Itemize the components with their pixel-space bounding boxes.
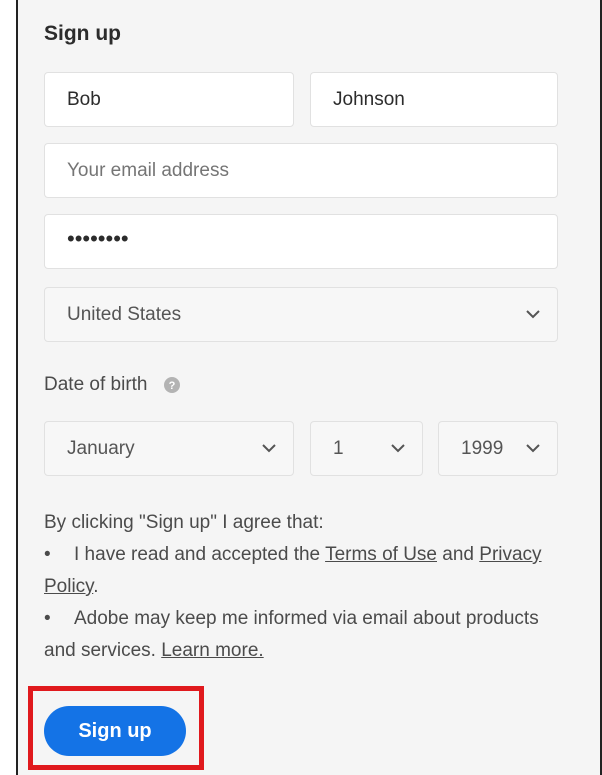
terms-of-use-link[interactable]: Terms of Use: [325, 544, 437, 565]
bullet-icon: •: [44, 544, 51, 565]
last-name-value: Johnson: [333, 88, 405, 110]
dob-month-value: January: [67, 437, 135, 459]
dob-label-text: Date of birth: [44, 374, 148, 395]
learn-more-link[interactable]: Learn more.: [161, 640, 263, 661]
email-input[interactable]: [67, 159, 557, 182]
terms-bullet-2: • Adobe may keep me informed via email ab…: [44, 603, 564, 667]
country-value: United States: [67, 303, 182, 325]
dob-label: Date of birth ?: [44, 374, 180, 396]
help-icon[interactable]: ?: [163, 377, 180, 393]
form-title: Sign up: [44, 22, 121, 45]
signup-button[interactable]: Sign up: [44, 706, 186, 756]
chevron-down-icon: [261, 441, 277, 457]
chevron-down-icon: [525, 307, 541, 323]
dob-year-select[interactable]: 1999: [438, 421, 558, 476]
terms-text: By clicking "Sign up" I agree that: • I h…: [44, 507, 564, 667]
chevron-down-icon: [525, 441, 541, 457]
dob-day-select[interactable]: 1: [310, 421, 423, 476]
terms-bullet-1-prefix: I have read and accepted the: [74, 544, 326, 565]
svg-text:?: ?: [168, 380, 175, 392]
terms-bullet-1-and: and: [437, 544, 474, 565]
terms-bullet-2-text: Adobe may keep me informed via email abo…: [44, 608, 539, 661]
bullet-icon: •: [44, 608, 51, 629]
terms-bullet-1: • I have read and accepted the Terms of U…: [44, 539, 564, 603]
first-name-field[interactable]: Bob: [44, 72, 294, 127]
country-select[interactable]: United States: [44, 287, 558, 342]
terms-intro: By clicking "Sign up" I agree that:: [44, 512, 324, 533]
dob-month-select[interactable]: January: [44, 421, 294, 476]
dob-day-value: 1: [333, 437, 344, 459]
email-field[interactable]: [44, 143, 558, 198]
password-field[interactable]: ••••••••: [44, 214, 558, 269]
dob-year-value: 1999: [461, 437, 504, 459]
first-name-value: Bob: [67, 88, 101, 110]
terms-bullet-1-suffix: .: [93, 576, 99, 597]
last-name-field[interactable]: Johnson: [310, 72, 558, 127]
chevron-down-icon: [390, 441, 406, 457]
password-value: ••••••••: [67, 225, 129, 251]
